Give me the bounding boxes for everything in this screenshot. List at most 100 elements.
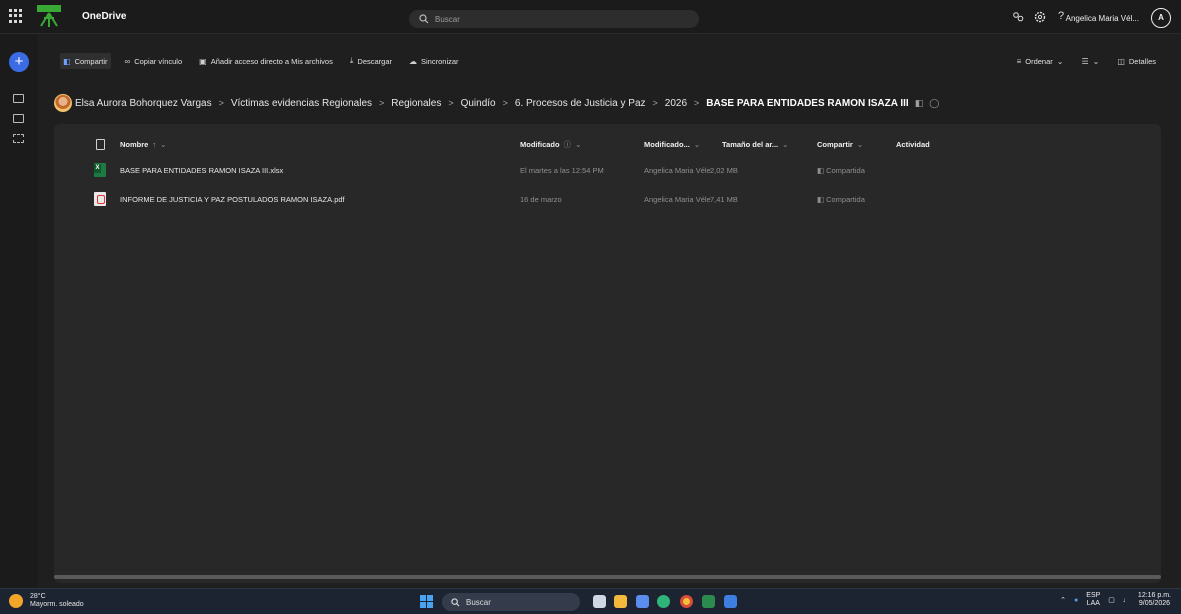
home-icon[interactable] xyxy=(13,94,24,103)
app-title[interactable]: OneDrive xyxy=(82,11,126,22)
owner-avatar xyxy=(54,94,72,112)
teams-icon[interactable] xyxy=(636,595,649,608)
breadcrumb-item[interactable]: 6. Procesos de Justicia y Paz xyxy=(515,98,646,109)
create-new-button[interactable]: + xyxy=(9,52,29,72)
column-header-modified-by[interactable]: Modificado... ⌄ xyxy=(644,132,700,156)
view-options-button[interactable]: ☰ ⌄ xyxy=(1078,53,1102,69)
details-button[interactable]: ◫ Detalles xyxy=(1114,53,1159,69)
document-icon xyxy=(96,138,105,150)
breadcrumb-item[interactable]: Víctimas evidencias Regionales xyxy=(231,98,372,109)
file-size: 2,02 MB xyxy=(710,165,738,175)
weather-widget[interactable]: 28°C Mayorm. soleado xyxy=(30,593,84,609)
sort-button[interactable]: ≡ Ordenar ⌄ xyxy=(1014,53,1067,69)
folder-icon[interactable] xyxy=(13,114,24,123)
chrome-browser-icon[interactable] xyxy=(680,595,693,608)
file-modified: El martes a las 12:54 PM xyxy=(520,165,604,175)
download-label: Descargar xyxy=(357,56,393,66)
file-explorer-icon[interactable] xyxy=(614,595,627,608)
user-avatar[interactable]: A xyxy=(1151,8,1171,28)
copy-link-button[interactable]: ∞ Copiar vínculo xyxy=(122,53,186,69)
chevron-right-icon: > xyxy=(652,98,658,108)
column-header-name[interactable]: Nombre ↑ ⌄ xyxy=(120,132,166,156)
details-label: Detalles xyxy=(1128,56,1156,66)
column-header-sharing[interactable]: Compartir ⌄ xyxy=(817,132,863,156)
breadcrumb-item[interactable]: Elsa Aurora Bohorquez Vargas xyxy=(75,98,212,109)
clock-date: 9/05/2026 xyxy=(1138,600,1171,607)
column-header-size[interactable]: Tamaño del ar... ⌄ xyxy=(722,132,788,156)
column-modified-label: Modificado xyxy=(520,139,560,149)
pdf-icon xyxy=(94,192,106,206)
chevron-down-icon: ⌄ xyxy=(693,139,701,149)
settings-gear-icon[interactable] xyxy=(1034,11,1046,23)
chevron-down-icon: ⌄ xyxy=(575,139,582,149)
file-modified-by: Angelica Maria Véle xyxy=(644,194,711,204)
file-modified: 16 de marzo xyxy=(520,194,562,204)
store-app-icon[interactable] xyxy=(724,595,737,608)
app-tray-icon[interactable]: ● xyxy=(1074,597,1078,604)
breadcrumb: Elsa Aurora Bohorquez Vargas > Víctimas … xyxy=(54,94,939,112)
sort-label: Ordenar xyxy=(1025,56,1053,66)
file-list: Nombre ↑ ⌄ Modificado ⓘ ⌄ Modificado... … xyxy=(54,124,1161,583)
taskbar-search[interactable]: Buscar xyxy=(442,593,580,611)
column-header-activity[interactable]: Actividad xyxy=(896,132,930,156)
shared-folder-icon[interactable] xyxy=(13,134,24,143)
table-row[interactable]: BASE PARA ENTIDADES RAMON ISAZA III.xlsx… xyxy=(54,158,1161,182)
copy-link-label: Copiar vínculo xyxy=(134,56,183,66)
file-sharing[interactable]: ◧ Compartida xyxy=(817,187,865,211)
sync-button[interactable]: ☁ Sincronizar xyxy=(406,53,462,69)
chevron-right-icon: > xyxy=(448,98,454,108)
temperature: 28°C xyxy=(30,593,46,600)
language-indicator[interactable]: ESP LAA xyxy=(1086,592,1100,608)
share-label: Compartir xyxy=(74,56,108,66)
windows-start-icon[interactable] xyxy=(420,595,433,608)
chevron-down-icon: ⌄ xyxy=(160,139,167,149)
shared-people-icon[interactable]: ◧ xyxy=(915,98,924,109)
edge-browser-icon[interactable] xyxy=(657,595,670,608)
list-view-icon: ☰ xyxy=(1081,56,1089,66)
file-size: 7,41 MB xyxy=(710,194,738,204)
excel-app-icon[interactable] xyxy=(702,595,715,608)
view-controls: ≡ Ordenar ⌄ ☰ ⌄ ◫ Detalles xyxy=(1014,53,1159,69)
file-type-header[interactable] xyxy=(96,132,105,156)
breadcrumb-item[interactable]: Regionales xyxy=(391,98,441,109)
file-name[interactable]: INFORME DE JUSTICIA Y PAZ POSTULADOS RAM… xyxy=(120,187,345,211)
add-shortcut-button[interactable]: ▣ Añadir acceso directo a Mis archivos xyxy=(196,53,336,69)
add-shortcut-label: Añadir acceso directo a Mis archivos xyxy=(210,56,333,66)
volume-icon[interactable]: ♩ xyxy=(1123,597,1130,604)
search-box[interactable]: Buscar xyxy=(409,10,699,28)
app-launcher-icon[interactable] xyxy=(9,9,23,23)
file-sharing[interactable]: ◧ Compartida xyxy=(817,158,865,182)
column-header-modified[interactable]: Modificado ⓘ ⌄ xyxy=(520,132,581,156)
left-nav-rail: + xyxy=(0,34,38,588)
search-icon xyxy=(419,14,429,24)
chevron-up-icon[interactable]: ⌃ xyxy=(1060,596,1066,604)
sync-label: Sincronizar xyxy=(421,56,459,66)
network-icon[interactable]: ▢ xyxy=(1108,596,1115,604)
download-icon: ⤓ xyxy=(349,56,354,65)
table-header: Nombre ↑ ⌄ Modificado ⓘ ⌄ Modificado... … xyxy=(54,132,1161,156)
chevron-down-icon: ⌄ xyxy=(1056,56,1064,66)
breadcrumb-item[interactable]: Quindío xyxy=(461,98,496,109)
weather-sun-icon[interactable] xyxy=(9,594,23,608)
download-button[interactable]: ⤓ Descargar xyxy=(347,53,395,69)
column-modified-by-label: Modificado... xyxy=(644,139,690,149)
file-name[interactable]: BASE PARA ENTIDADES RAMON ISAZA III.xlsx xyxy=(120,158,283,182)
user-name[interactable]: Angelica Maria Vél... xyxy=(1066,14,1139,23)
clock[interactable]: 12:16 p.m. 9/05/2026 xyxy=(1138,592,1171,608)
task-view-icon[interactable] xyxy=(593,595,606,608)
column-size-label: Tamaño del ar... xyxy=(722,139,779,149)
table-row[interactable]: INFORME DE JUSTICIA Y PAZ POSTULADOS RAM… xyxy=(54,187,1161,211)
breadcrumb-item[interactable]: 2026 xyxy=(665,98,687,109)
share-button[interactable]: ◧ Compartir xyxy=(60,53,111,69)
chevron-down-icon: ⌄ xyxy=(782,139,789,149)
globe-icon[interactable]: ◯ xyxy=(929,98,939,109)
shortcut-icon: ▣ xyxy=(199,56,207,66)
people-share-icon[interactable] xyxy=(1012,11,1024,23)
horizontal-scrollbar[interactable] xyxy=(54,575,1161,579)
system-tray: ⌃ ● ESP LAA ▢ ♩ 12:16 p.m. 9/05/2026 xyxy=(1060,592,1171,608)
column-sharing-label: Compartir xyxy=(817,139,853,149)
organization-logo-icon[interactable] xyxy=(36,4,62,28)
sort-arrow-up-icon: ↑ xyxy=(152,139,157,149)
help-icon[interactable]: ? xyxy=(1058,10,1064,22)
chevron-right-icon: > xyxy=(218,98,224,108)
